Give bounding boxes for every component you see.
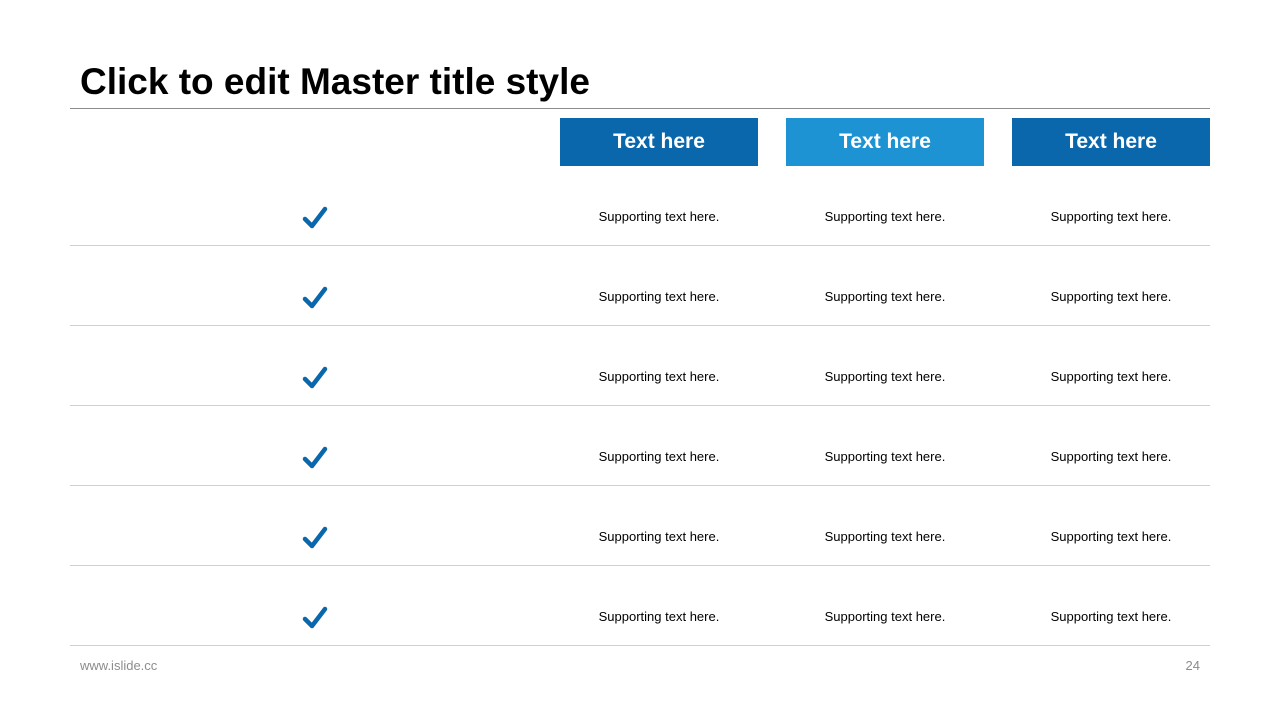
check-icon xyxy=(302,526,328,549)
page-number: 24 xyxy=(1185,658,1200,673)
table-cell[interactable]: Supporting text here. xyxy=(1012,609,1210,624)
row-divider xyxy=(70,645,1210,646)
table-cell[interactable]: Supporting text here. xyxy=(560,609,758,624)
table-cell[interactable]: Supporting text here. xyxy=(1012,449,1210,464)
check-icon xyxy=(302,446,328,469)
table-cell[interactable]: Supporting text here. xyxy=(560,449,758,464)
table-cell[interactable]: Supporting text here. xyxy=(1012,369,1210,384)
title-divider xyxy=(70,108,1210,109)
column-header-3[interactable]: Text here xyxy=(1012,118,1210,166)
table-cell[interactable]: Supporting text here. xyxy=(786,449,984,464)
table-cell[interactable]: Supporting text here. xyxy=(560,529,758,544)
table-row: Supporting text here. Supporting text he… xyxy=(70,326,1210,406)
table-cell[interactable]: Supporting text here. xyxy=(1012,529,1210,544)
table-cell[interactable]: Supporting text here. xyxy=(560,289,758,304)
footer-url: www.islide.cc xyxy=(80,658,158,673)
table-row: Supporting text here. Supporting text he… xyxy=(70,566,1210,646)
table-row: Supporting text here. Supporting text he… xyxy=(70,166,1210,246)
table-cell[interactable]: Supporting text here. xyxy=(786,209,984,224)
check-icon xyxy=(302,366,328,389)
table-cell[interactable]: Supporting text here. xyxy=(1012,289,1210,304)
table-cell[interactable]: Supporting text here. xyxy=(786,609,984,624)
column-header-1[interactable]: Text here xyxy=(560,118,758,166)
table-cell[interactable]: Supporting text here. xyxy=(560,369,758,384)
column-header-2[interactable]: Text here xyxy=(786,118,984,166)
table-row: Supporting text here. Supporting text he… xyxy=(70,406,1210,486)
slide: Click to edit Master title style Text he… xyxy=(0,0,1280,720)
table-row: Supporting text here. Supporting text he… xyxy=(70,246,1210,326)
table-cell[interactable]: Supporting text here. xyxy=(786,369,984,384)
check-icon xyxy=(302,606,328,629)
table-cell[interactable]: Supporting text here. xyxy=(560,209,758,224)
check-icon xyxy=(302,206,328,229)
table-cell[interactable]: Supporting text here. xyxy=(786,529,984,544)
slide-title[interactable]: Click to edit Master title style xyxy=(80,58,590,106)
table-cell[interactable]: Supporting text here. xyxy=(786,289,984,304)
table-row: Supporting text here. Supporting text he… xyxy=(70,486,1210,566)
check-icon xyxy=(302,286,328,309)
table-cell[interactable]: Supporting text here. xyxy=(1012,209,1210,224)
